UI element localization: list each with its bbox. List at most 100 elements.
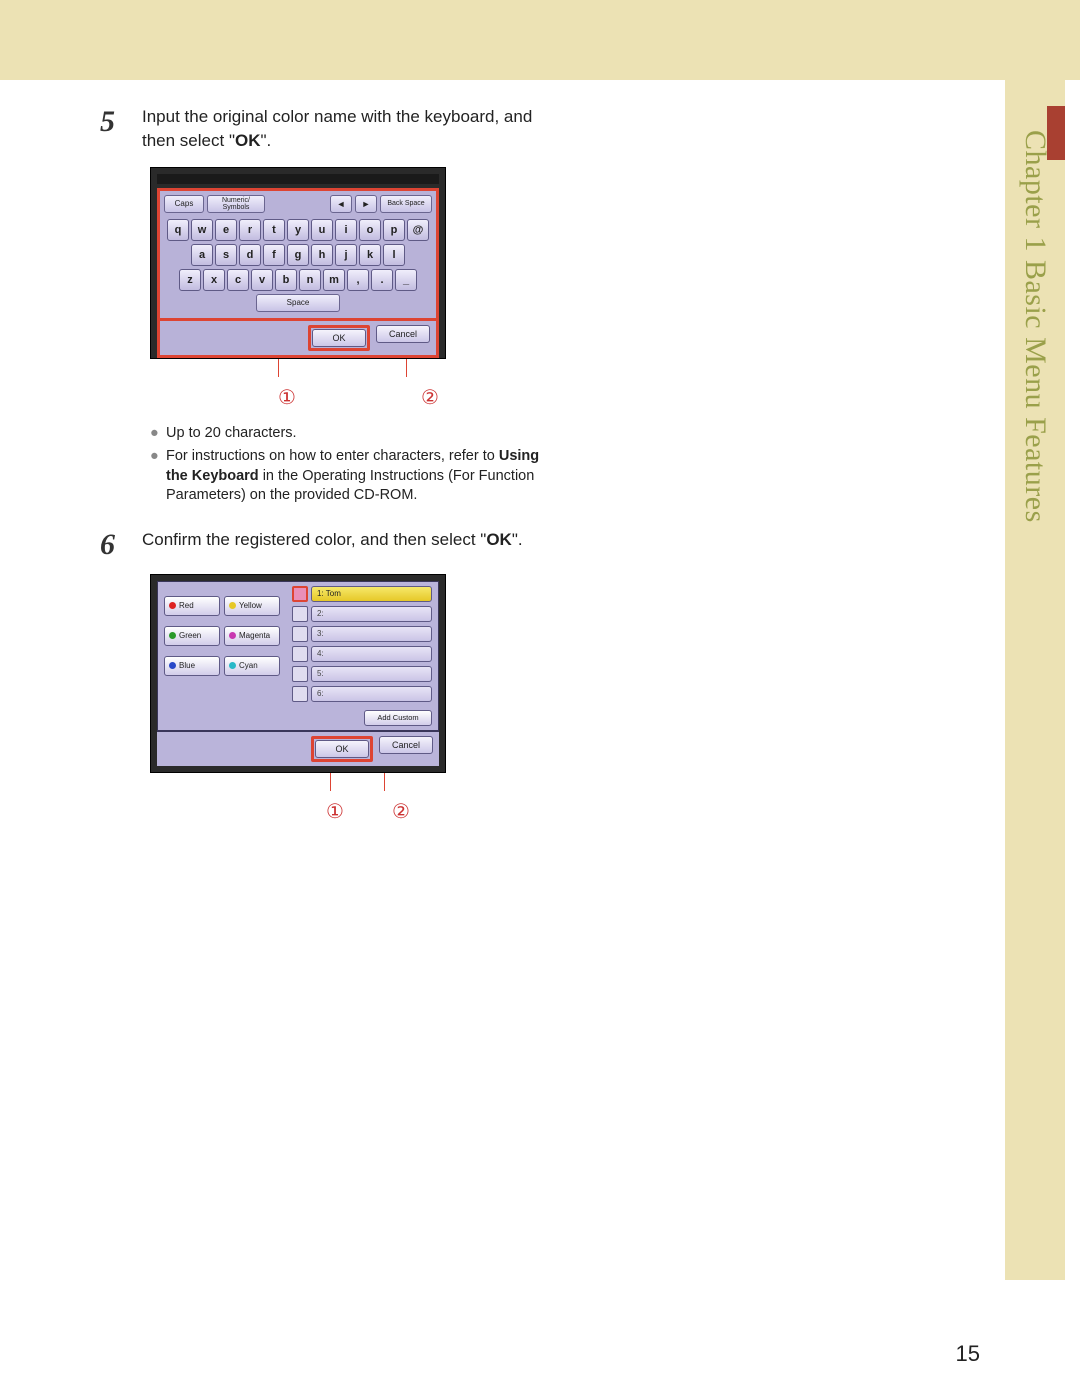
page-number: 15 bbox=[956, 1341, 980, 1367]
kbd-callout-lines bbox=[100, 359, 560, 381]
arrow-left-button[interactable]: ◄ bbox=[330, 195, 352, 213]
kbd-circled-callouts: ① ② bbox=[150, 385, 560, 410]
slot-field-4[interactable]: 4: bbox=[311, 646, 432, 662]
top-banner bbox=[0, 0, 1080, 80]
slot-field-2[interactable]: 2: bbox=[311, 606, 432, 622]
key-m[interactable]: m bbox=[323, 269, 345, 291]
key-i[interactable]: i bbox=[335, 219, 357, 241]
step-6: 6 Confirm the registered color, and then… bbox=[100, 528, 560, 560]
numeric-symbols-button[interactable]: Numeric/ Symbols bbox=[207, 195, 265, 213]
chapter-side-label: Chapter 1 Basic Menu Features bbox=[1018, 130, 1052, 523]
ok-highlight: OK bbox=[311, 736, 373, 762]
callout-2: ② bbox=[392, 799, 410, 824]
step-number: 6 bbox=[100, 528, 126, 560]
key-,[interactable]: , bbox=[347, 269, 369, 291]
preset-color-magenta[interactable]: Magenta bbox=[224, 626, 280, 646]
key-z[interactable]: z bbox=[179, 269, 201, 291]
step-number: 5 bbox=[100, 105, 126, 153]
callout-2: ② bbox=[421, 385, 439, 410]
key-e[interactable]: e bbox=[215, 219, 237, 241]
slot-field-6[interactable]: 6: bbox=[311, 686, 432, 702]
step-text-a: Input the original color name with the k… bbox=[142, 107, 532, 150]
slot-field-5[interactable]: 5: bbox=[311, 666, 432, 682]
preset-color-cyan[interactable]: Cyan bbox=[224, 656, 280, 676]
kbd-row-3: zxcvbnm,._ bbox=[164, 269, 432, 291]
arrow-right-button[interactable]: ► bbox=[355, 195, 377, 213]
key-s[interactable]: s bbox=[215, 244, 237, 266]
key-x[interactable]: x bbox=[203, 269, 225, 291]
callout-1: ① bbox=[326, 799, 344, 824]
key-r[interactable]: r bbox=[239, 219, 261, 241]
slot-swatch-6[interactable] bbox=[292, 686, 308, 702]
key-w[interactable]: w bbox=[191, 219, 213, 241]
blue-dot-icon bbox=[169, 662, 176, 669]
preset-color-blue[interactable]: Blue bbox=[164, 656, 220, 676]
key-o[interactable]: o bbox=[359, 219, 381, 241]
preset-color-yellow[interactable]: Yellow bbox=[224, 596, 280, 616]
step-5-notes: ● Up to 20 characters. ● For instruction… bbox=[150, 424, 560, 506]
kbd-row-2: asdfghjkl bbox=[164, 244, 432, 266]
key-j[interactable]: j bbox=[335, 244, 357, 266]
key-n[interactable]: n bbox=[299, 269, 321, 291]
add-custom-button[interactable]: Add Custom bbox=[364, 710, 432, 726]
color-ok-button[interactable]: OK bbox=[315, 740, 369, 758]
key-k[interactable]: k bbox=[359, 244, 381, 266]
bullet-icon: ● bbox=[150, 447, 160, 506]
green-dot-icon bbox=[169, 632, 176, 639]
kbd-footer: OK Cancel bbox=[157, 318, 439, 358]
slot-swatch-5[interactable] bbox=[292, 666, 308, 682]
key-t[interactable]: t bbox=[263, 219, 285, 241]
slot-field-1[interactable]: 1: Tom bbox=[311, 586, 432, 602]
ok-highlight: OK bbox=[308, 325, 370, 351]
key-l[interactable]: l bbox=[383, 244, 405, 266]
key-f[interactable]: f bbox=[263, 244, 285, 266]
kbd-cancel-button[interactable]: Cancel bbox=[376, 325, 430, 343]
callout-1: ① bbox=[278, 385, 296, 410]
red-dot-icon bbox=[169, 602, 176, 609]
kbd-row-1: qwertyuiop@ bbox=[164, 219, 432, 241]
key-c[interactable]: c bbox=[227, 269, 249, 291]
key-a[interactable]: a bbox=[191, 244, 213, 266]
chapter-side-strip: Chapter 1 Basic Menu Features bbox=[1005, 80, 1065, 1280]
preset-color-red[interactable]: Red bbox=[164, 596, 220, 616]
step-text-bold: OK bbox=[486, 530, 512, 549]
key-q[interactable]: q bbox=[167, 219, 189, 241]
key-@[interactable]: @ bbox=[407, 219, 429, 241]
color-cancel-button[interactable]: Cancel bbox=[379, 736, 433, 754]
keyboard-screenshot: Caps Numeric/ Symbols ◄ ► Back Space qwe… bbox=[150, 167, 446, 359]
slot-swatch-3[interactable] bbox=[292, 626, 308, 642]
magenta-dot-icon bbox=[229, 632, 236, 639]
step-text-a: Confirm the registered color, and then s… bbox=[142, 530, 486, 549]
key-d[interactable]: d bbox=[239, 244, 261, 266]
step-text: Input the original color name with the k… bbox=[142, 105, 560, 153]
step-5: 5 Input the original color name with the… bbox=[100, 105, 560, 153]
backspace-button[interactable]: Back Space bbox=[380, 195, 432, 213]
key-p[interactable]: p bbox=[383, 219, 405, 241]
caps-button[interactable]: Caps bbox=[164, 195, 204, 213]
color-confirm-screenshot: RedYellowGreenMagentaBlueCyan 1: Tom 2: 3… bbox=[150, 574, 446, 773]
slot-swatch-1[interactable] bbox=[292, 586, 308, 602]
bullet-icon: ● bbox=[150, 424, 160, 444]
key-b[interactable]: b bbox=[275, 269, 297, 291]
key-h[interactable]: h bbox=[311, 244, 333, 266]
key-g[interactable]: g bbox=[287, 244, 309, 266]
key-.[interactable]: . bbox=[371, 269, 393, 291]
kbd-titlebar bbox=[157, 174, 439, 184]
preset-color-green[interactable]: Green bbox=[164, 626, 220, 646]
slot-field-3[interactable]: 3: bbox=[311, 626, 432, 642]
key-y[interactable]: y bbox=[287, 219, 309, 241]
cyan-dot-icon bbox=[229, 662, 236, 669]
step-text: Confirm the registered color, and then s… bbox=[142, 528, 560, 560]
slot-swatch-4[interactable] bbox=[292, 646, 308, 662]
kbd-ok-button[interactable]: OK bbox=[312, 329, 366, 347]
main-content: 5 Input the original color name with the… bbox=[100, 105, 560, 838]
kbd-panel: Caps Numeric/ Symbols ◄ ► Back Space qwe… bbox=[157, 188, 439, 318]
step-text-bold: OK bbox=[235, 131, 261, 150]
key-v[interactable]: v bbox=[251, 269, 273, 291]
slot-swatch-2[interactable] bbox=[292, 606, 308, 622]
key-_[interactable]: _ bbox=[395, 269, 417, 291]
custom-color-slots: 1: Tom 2: 3: 4: 5: 6: Add Custom bbox=[288, 582, 438, 730]
key-u[interactable]: u bbox=[311, 219, 333, 241]
space-button[interactable]: Space bbox=[256, 294, 340, 312]
color-circled-callouts: ① ② bbox=[150, 799, 560, 824]
